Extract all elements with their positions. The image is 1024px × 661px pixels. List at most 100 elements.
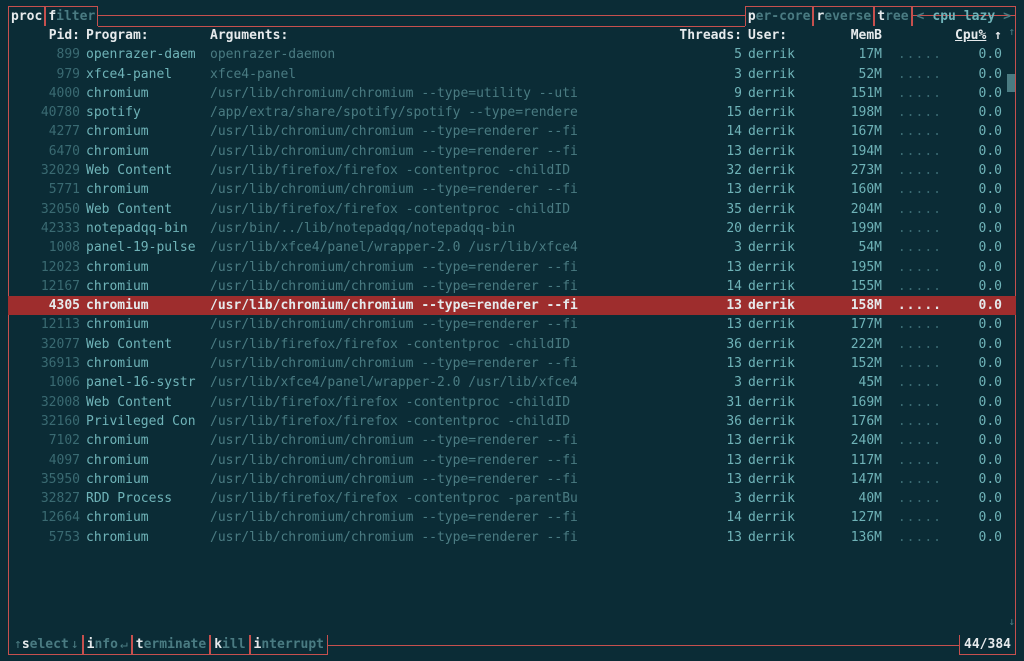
table-row[interactable]: 12113chromium/usr/lib/chromium/chromium … [8, 315, 1016, 334]
cell-cpu: 0.0 [942, 103, 1002, 122]
table-row[interactable]: 32077Web Content/usr/lib/firefox/firefox… [8, 335, 1016, 354]
chevron-left-icon: < [917, 7, 925, 26]
cell-mem: 199M [822, 219, 882, 238]
table-row[interactable]: 4000chromium/usr/lib/chromium/chromium -… [8, 84, 1016, 103]
cell-pid: 899 [20, 45, 80, 64]
footer-select[interactable]: ↑ select ↓ [8, 635, 83, 655]
cell-mem: 198M [822, 103, 882, 122]
cell-user: derrik [742, 258, 822, 277]
cell-cpu: 0.0 [942, 508, 1002, 527]
tab-filter[interactable]: filter [45, 6, 98, 26]
cell-cpu: 0.0 [942, 65, 1002, 84]
cell-program: chromium [80, 431, 210, 450]
cell-pid: 1008 [20, 238, 80, 257]
table-row[interactable]: 4097chromium/usr/lib/chromium/chromium -… [8, 451, 1016, 470]
top-tabbar: procfilter per-corereversetree < cpu laz… [8, 6, 1016, 26]
table-row[interactable]: 36913chromium/usr/lib/chromium/chromium … [8, 354, 1016, 373]
cell-user: derrik [742, 373, 822, 392]
table-row[interactable]: 979xfce4-panelxfce4-panel3derrik52M.....… [8, 65, 1016, 84]
cell-threads: 32 [662, 161, 742, 180]
table-row[interactable]: 5753chromium/usr/lib/chromium/chromium -… [8, 528, 1016, 547]
cell-args: /usr/lib/firefox/firefox -contentproc -c… [210, 393, 662, 412]
cell-mem: 127M [822, 508, 882, 527]
footer-info[interactable]: info ↵ [83, 635, 132, 655]
cell-threads: 15 [662, 103, 742, 122]
table-row[interactable]: 1008panel-19-pulse/usr/lib/xfce4/panel/w… [8, 238, 1016, 257]
scroll-down-icon[interactable]: ↓ [1008, 612, 1015, 631]
cell-threads: 9 [662, 84, 742, 103]
cell-cpu: 0.0 [942, 161, 1002, 180]
footer-terminate[interactable]: terminate [132, 635, 210, 655]
header-pid[interactable]: Pid: [20, 26, 80, 45]
cell-args: /usr/lib/chromium/chromium --type=render… [210, 315, 662, 334]
cell-mem: 167M [822, 122, 882, 141]
table-row[interactable]: 12664chromium/usr/lib/chromium/chromium … [8, 508, 1016, 527]
table-row[interactable]: 6470chromium/usr/lib/chromium/chromium -… [8, 142, 1016, 161]
cell-threads: 3 [662, 238, 742, 257]
cell-pid: 42333 [20, 219, 80, 238]
cell-pid: 35950 [20, 470, 80, 489]
cell-user: derrik [742, 219, 822, 238]
table-row[interactable]: 7102chromium/usr/lib/chromium/chromium -… [8, 431, 1016, 450]
cell-threads: 13 [662, 258, 742, 277]
cell-args: openrazer-daemon [210, 45, 662, 64]
table-row[interactable]: 4277chromium/usr/lib/chromium/chromium -… [8, 122, 1016, 141]
cell-mem: 147M [822, 470, 882, 489]
scrollbar-thumb[interactable] [1007, 74, 1015, 92]
cell-user: derrik [742, 354, 822, 373]
header-program[interactable]: Program: [80, 26, 210, 45]
footer-kill[interactable]: kill [210, 635, 249, 655]
cell-cpu: 0.0 [942, 122, 1002, 141]
tab-per-core[interactable]: per-core [745, 6, 814, 26]
header-threads[interactable]: Threads: [662, 26, 742, 45]
cell-threads: 13 [662, 528, 742, 547]
cell-threads: 36 [662, 335, 742, 354]
header-cpu[interactable]: Cpu% ↑ [942, 26, 1002, 45]
cell-program: chromium [80, 180, 210, 199]
header-arguments[interactable]: Arguments: [210, 26, 662, 45]
cell-dots: ..... [882, 65, 942, 84]
cell-threads: 20 [662, 219, 742, 238]
table-row[interactable]: 42333notepadqq-bin/usr/bin/../lib/notepa… [8, 219, 1016, 238]
tab-proc[interactable]: proc [8, 6, 45, 26]
table-row[interactable]: 40780spotify/app/extra/share/spotify/spo… [8, 103, 1016, 122]
table-row[interactable]: 32008Web Content/usr/lib/firefox/firefox… [8, 393, 1016, 412]
table-row[interactable]: 32160Privileged Con/usr/lib/firefox/fire… [8, 412, 1016, 431]
scroll-up-icon[interactable]: ↑ [1008, 22, 1015, 41]
sort-status[interactable]: < cpu lazy > [912, 6, 1016, 26]
table-row[interactable]: 12023chromium/usr/lib/chromium/chromium … [8, 258, 1016, 277]
table-row[interactable]: 35950chromium/usr/lib/chromium/chromium … [8, 470, 1016, 489]
cell-args: /usr/lib/chromium/chromium --type=render… [210, 180, 662, 199]
table-row[interactable]: 4305chromium/usr/lib/chromium/chromium -… [8, 296, 1016, 315]
cell-program: chromium [80, 258, 210, 277]
cell-cpu: 0.0 [942, 315, 1002, 334]
table-row[interactable]: 1006panel-16-systr/usr/lib/xfce4/panel/w… [8, 373, 1016, 392]
cell-user: derrik [742, 161, 822, 180]
cell-dots: ..... [882, 161, 942, 180]
cell-user: derrik [742, 84, 822, 103]
cell-program: chromium [80, 528, 210, 547]
cell-pid: 6470 [20, 142, 80, 161]
cell-pid: 32008 [20, 393, 80, 412]
table-row[interactable]: 32827RDD Process/usr/lib/firefox/firefox… [8, 489, 1016, 508]
tab-reverse[interactable]: reverse [813, 6, 874, 26]
footer-interrupt[interactable]: interrupt [250, 635, 328, 655]
column-headers: Pid: Program: Arguments: Threads: User: … [8, 26, 1016, 45]
cell-args: /usr/lib/firefox/firefox -contentproc -c… [210, 161, 662, 180]
cell-args: /usr/lib/firefox/firefox -contentproc -c… [210, 335, 662, 354]
table-row[interactable]: 12167chromium/usr/lib/chromium/chromium … [8, 277, 1016, 296]
table-row[interactable]: 32029Web Content/usr/lib/firefox/firefox… [8, 161, 1016, 180]
cell-mem: 151M [822, 84, 882, 103]
header-user[interactable]: User: [742, 26, 822, 45]
header-mem[interactable]: MemB [822, 26, 882, 45]
table-row[interactable]: 5771chromium/usr/lib/chromium/chromium -… [8, 180, 1016, 199]
cell-args: /usr/lib/chromium/chromium --type=render… [210, 451, 662, 470]
table-row[interactable]: 899openrazer-daemopenrazer-daemon5derrik… [8, 45, 1016, 64]
tab-tree[interactable]: tree [874, 6, 911, 26]
process-table[interactable]: 899openrazer-daemopenrazer-daemon5derrik… [8, 45, 1016, 547]
cell-threads: 14 [662, 508, 742, 527]
table-row[interactable]: 32050Web Content/usr/lib/firefox/firefox… [8, 200, 1016, 219]
cell-program: chromium [80, 451, 210, 470]
cell-dots: ..... [882, 373, 942, 392]
cell-program: chromium [80, 315, 210, 334]
